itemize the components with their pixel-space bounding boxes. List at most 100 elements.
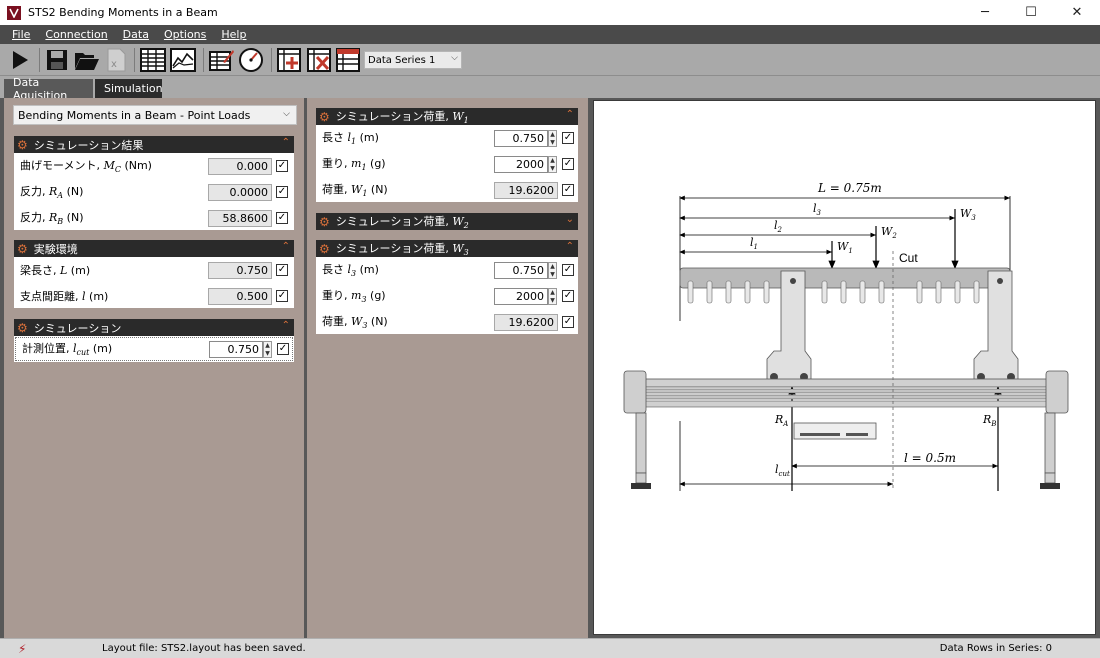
minimize-button[interactable]: ─ <box>962 0 1008 25</box>
w3-label: 長さ l3 (m) <box>322 263 379 279</box>
result-value-mc: 0.000 <box>208 158 272 175</box>
w3-row-load: 荷重, W3 (N) 19.6200 ✓ <box>316 309 578 335</box>
environment-group-title: 実験環境 <box>33 242 78 256</box>
w3-row-length: 長さ l3 (m) 0.750 ▲ ▼ ✓ <box>316 257 578 283</box>
window-title: STS2 Bending Moments in a Beam <box>28 6 218 19</box>
collapse-icon[interactable]: ⌃ <box>282 137 290 148</box>
w3-spinner-mass[interactable]: ▲ ▼ <box>548 288 557 305</box>
simulation-group: ⚙ シミュレーション ⌃ 計測位置, lcut (m) 0.750 ▲ ▼ ✓ <box>14 319 294 362</box>
sim-label: 計測位置, lcut (m) <box>22 342 113 358</box>
results-group: ⚙ シミュレーション結果 ⌃ 曲げモーメント, MC (Nm) 0.000 ✓ … <box>14 136 294 230</box>
result-row-rb: 反力, RB (N) 58.8600 ✓ <box>14 205 294 231</box>
w1-row-load: 荷重, W1 (N) 19.6200 ✓ <box>316 177 578 203</box>
close-button[interactable]: ✕ <box>1054 0 1100 25</box>
edit-table-icon[interactable] <box>208 47 236 73</box>
w3-row-mass: 重り, m3 (g) 2000 ▲ ▼ ✓ <box>316 283 578 309</box>
env-value-span: 0.500 <box>208 288 272 305</box>
status-bar: ⚡ Layout file: STS2.layout has been save… <box>0 638 1100 658</box>
label-w1: W1 <box>837 240 853 256</box>
w1-row-mass: 重り, m1 (g) 2000 ▲ ▼ ✓ <box>316 151 578 177</box>
result-checkbox-ra[interactable]: ✓ <box>276 186 288 198</box>
tab-strip: Data Aquisition Simulation <box>0 76 1100 102</box>
label-l2: l2 <box>774 219 782 235</box>
preset-dropdown[interactable]: Bending Moments in a Beam - Point Loads … <box>13 105 297 125</box>
w3-input-mass[interactable]: 2000 <box>494 288 548 305</box>
tab-simulation[interactable]: Simulation <box>95 79 163 98</box>
simulation-group-title: シミュレーション <box>33 321 122 335</box>
load-w2-group-header[interactable]: ⚙ シミュレーション荷重, W2 ⌄ <box>316 213 578 230</box>
load-w1-group-header[interactable]: ⚙ シミュレーション荷重, W1 ⌃ <box>316 108 578 125</box>
menu-file[interactable]: File <box>12 28 30 41</box>
collapse-icon[interactable]: ⌃ <box>282 241 290 252</box>
env-row-span: 支点間距離, l (m) 0.500 ✓ <box>14 283 294 309</box>
menu-connection[interactable]: Connection <box>45 28 107 41</box>
app-icon <box>7 5 21 20</box>
env-label: 梁長さ, L (m) <box>20 264 91 277</box>
w1-row-length: 長さ l1 (m) 0.750 ▲ ▼ ✓ <box>316 125 578 151</box>
expand-icon[interactable]: ⌄ <box>566 214 574 225</box>
w1-checkbox-mass[interactable]: ✓ <box>562 158 574 170</box>
load-w1-group: ⚙ シミュレーション荷重, W1 ⌃ 長さ l1 (m) 0.750 ▲ ▼ ✓ … <box>316 108 578 202</box>
sim-input-lcut[interactable]: 0.750 <box>209 341 263 358</box>
collapse-icon[interactable]: ⌃ <box>282 320 290 331</box>
load-w3-group-header[interactable]: ⚙ シミュレーション荷重, W3 ⌃ <box>316 240 578 257</box>
w3-checkbox-length[interactable]: ✓ <box>562 264 574 276</box>
env-label: 支点間距離, l (m) <box>20 290 109 303</box>
w3-input-length[interactable]: 0.750 <box>494 262 548 279</box>
save-icon[interactable] <box>44 47 70 73</box>
w3-checkbox-mass[interactable]: ✓ <box>562 290 574 302</box>
w1-spinner-length[interactable]: ▲ ▼ <box>548 130 557 147</box>
gear-icon: ⚙ <box>17 241 28 256</box>
play-icon[interactable] <box>6 47 34 73</box>
result-label: 反力, RB (N) <box>20 211 84 227</box>
w1-checkbox-load[interactable]: ✓ <box>562 184 574 196</box>
w1-input-length[interactable]: 0.750 <box>494 130 548 147</box>
gauge-icon[interactable] <box>237 47 265 73</box>
maximize-button[interactable]: ☐ <box>1008 0 1054 25</box>
menu-help[interactable]: Help <box>221 28 246 41</box>
result-checkbox-mc[interactable]: ✓ <box>276 160 288 172</box>
env-checkbox-span[interactable]: ✓ <box>276 290 288 302</box>
series-select[interactable]: Data Series 1 ⌵ <box>364 51 462 69</box>
tab-data-aquisition[interactable]: Data Aquisition <box>4 76 93 102</box>
result-label: 反力, RA (N) <box>20 185 84 201</box>
result-value-rb: 58.8600 <box>208 210 272 227</box>
w3-label: 重り, m3 (g) <box>322 289 386 305</box>
load-w2-group-title: シミュレーション荷重, W2 <box>335 214 469 231</box>
results-group-header[interactable]: ⚙ シミュレーション結果 ⌃ <box>14 136 294 153</box>
status-row-count: Data Rows in Series: 0 <box>939 643 1052 654</box>
result-checkbox-rb[interactable]: ✓ <box>276 212 288 224</box>
environment-group: ⚙ 実験環境 ⌃ 梁長さ, L (m) 0.750 ✓ 支点間距離, l (m)… <box>14 240 294 308</box>
table-view-icon[interactable] <box>139 47 167 73</box>
clear-table-icon[interactable] <box>335 47 363 73</box>
collapse-icon[interactable]: ⌃ <box>566 109 574 120</box>
sim-spinner-lcut[interactable]: ▲ ▼ <box>263 341 272 358</box>
simulation-group-header[interactable]: ⚙ シミュレーション ⌃ <box>14 319 294 336</box>
export-excel-icon[interactable]: x <box>103 47 129 73</box>
toolbar: x Data Series 1 ⌵ <box>0 44 1100 76</box>
delete-row-icon[interactable] <box>306 47 334 73</box>
sim-checkbox-lcut[interactable]: ✓ <box>277 343 289 355</box>
environment-group-header[interactable]: ⚙ 実験環境 ⌃ <box>14 240 294 257</box>
menu-bar: File Connection Data Options Help <box>0 25 1100 44</box>
chart-view-icon[interactable] <box>169 47 197 73</box>
env-row-length: 梁長さ, L (m) 0.750 ✓ <box>14 257 294 283</box>
w1-checkbox-length[interactable]: ✓ <box>562 132 574 144</box>
gear-icon: ⚙ <box>319 241 330 256</box>
w1-input-mass[interactable]: 2000 <box>494 156 548 173</box>
open-folder-icon[interactable] <box>73 47 101 73</box>
chevron-down-icon: ⌵ <box>451 53 458 63</box>
menu-data[interactable]: Data <box>123 28 149 41</box>
usb-icon: ⚡ <box>18 642 27 656</box>
load-w3-group-title: シミュレーション荷重, W3 <box>335 241 469 258</box>
w1-spinner-mass[interactable]: ▲ ▼ <box>548 156 557 173</box>
middle-column: ⚙ シミュレーション荷重, W1 ⌃ 長さ l1 (m) 0.750 ▲ ▼ ✓ … <box>307 98 588 638</box>
collapse-icon[interactable]: ⌃ <box>566 241 574 252</box>
w3-spinner-length[interactable]: ▲ ▼ <box>548 262 557 279</box>
w3-checkbox-load[interactable]: ✓ <box>562 316 574 328</box>
env-checkbox-length[interactable]: ✓ <box>276 264 288 276</box>
add-row-icon[interactable] <box>276 47 304 73</box>
w1-label: 長さ l1 (m) <box>322 131 379 147</box>
menu-options[interactable]: Options <box>164 28 206 41</box>
env-value-length: 0.750 <box>208 262 272 279</box>
